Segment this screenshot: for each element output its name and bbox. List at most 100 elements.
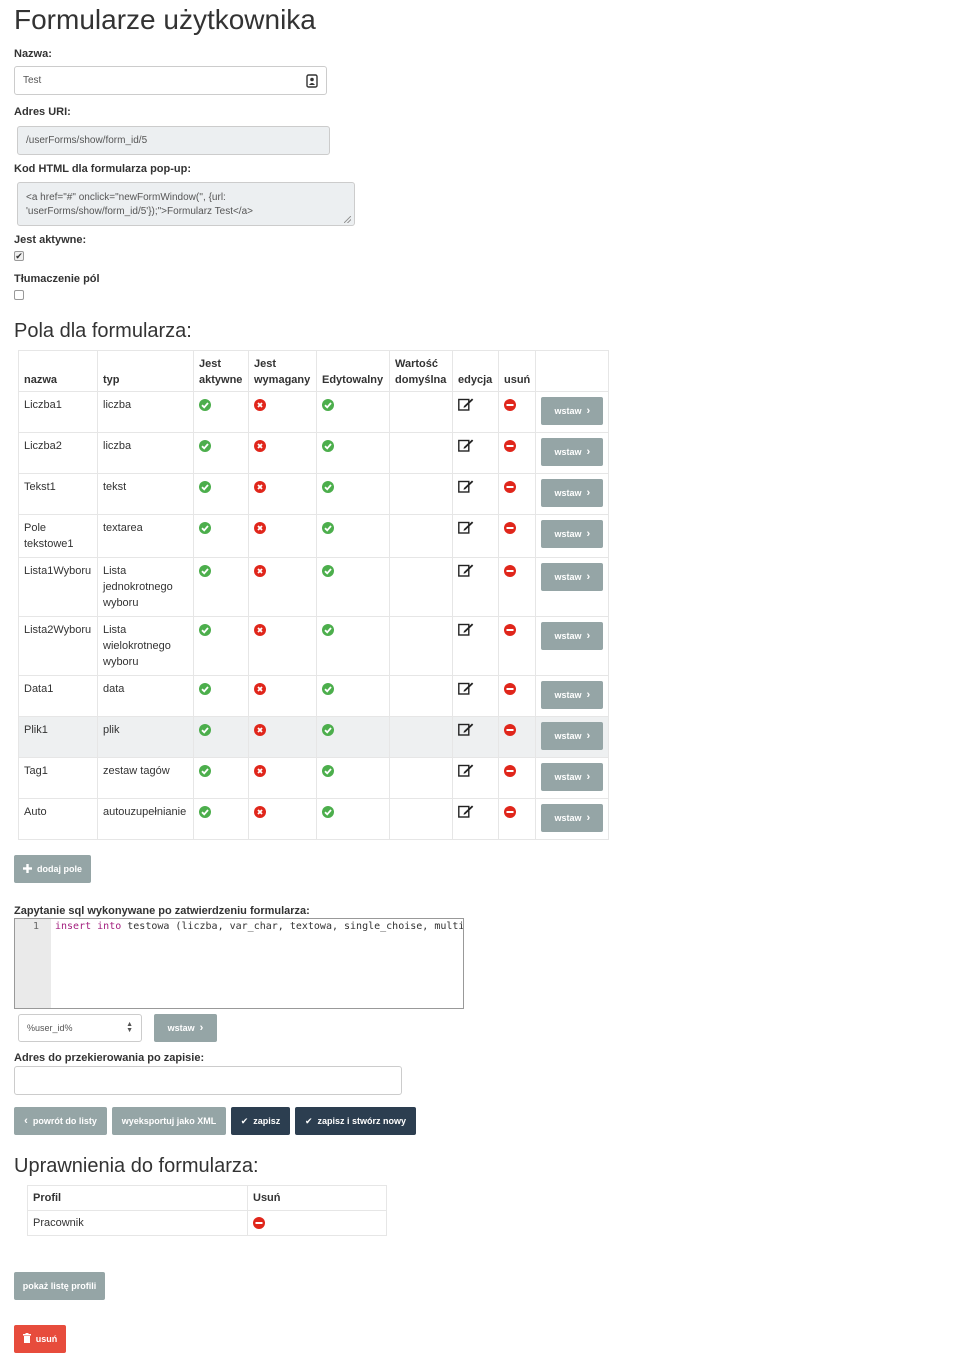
popup-code-textarea[interactable]: <a href="#" onclick="newFormWindow('', {… [17,182,355,226]
edit-cell [452,616,499,676]
active-checkbox[interactable]: ✔ [14,251,24,261]
redirect-input[interactable] [14,1066,402,1095]
edit-icon[interactable] [458,805,474,821]
add-field-button[interactable]: dodaj pole [14,855,91,883]
field-type: Lista wielokrotnego wyboru [97,616,194,676]
show-profiles-button[interactable]: pokaż listę profili [14,1272,105,1300]
required-cell [248,557,317,617]
edit-icon[interactable] [458,682,474,698]
updown-arrows-icon: ▲ ▼ [126,1021,133,1034]
editable-cell [316,798,390,840]
variable-select[interactable]: %user_id% ▲ ▼ [18,1014,142,1042]
insert-field-label: wstaw [554,572,582,582]
back-to-list-button[interactable]: ‹ powrót do listy [14,1107,107,1135]
sql-code-rest: testowa (liczba, var_char, textowa, sing… [121,921,464,932]
field-name: Tekst1 [18,473,98,515]
editable-cell [316,473,390,515]
save-and-new-button[interactable]: ✔ zapisz i stwórz nowy [295,1107,416,1135]
editable-check-icon [322,565,334,577]
editable-cell [316,557,390,617]
col-delete: usuń [497,350,537,392]
active-check-icon [199,724,211,736]
active-cell [193,716,249,758]
sql-editor[interactable]: 1 insert into testowa (liczba, var_char,… [14,918,464,1009]
edit-icon[interactable] [458,398,474,414]
name-input[interactable]: Test [14,66,327,95]
delete-field-icon[interactable] [504,724,516,736]
field-name: Tag1 [18,757,98,799]
check-icon: ✔ [240,1115,249,1126]
table-row: Tekst1 tekst wstaw › [18,473,610,515]
delete-cell [497,557,537,617]
insert-field-button[interactable]: wstaw › [541,763,604,791]
active-check-icon [199,522,211,534]
delete-field-icon[interactable] [504,399,516,411]
active-cell [193,757,249,799]
table-row: Liczba1 liczba wstaw › [18,391,610,433]
uri-input[interactable]: /userForms/show/form_id/5 [17,126,330,155]
insert-field-button[interactable]: wstaw › [541,438,604,466]
trash-icon [22,1333,31,1345]
active-check-icon [199,683,211,695]
delete-field-icon[interactable] [504,565,516,577]
edit-cell [452,557,499,617]
chevron-left-icon: ‹ [24,1115,28,1127]
edit-icon[interactable] [458,764,474,780]
edit-icon[interactable] [458,623,474,639]
resize-grip-icon[interactable] [344,216,351,223]
delete-field-icon[interactable] [504,522,516,534]
show-profiles-label: pokaż listę profili [22,1281,97,1291]
edit-cell [452,432,499,474]
field-type: liczba [97,432,194,474]
col-edit: edycja [452,350,499,392]
insert-field-button[interactable]: wstaw › [541,804,604,832]
required-cell [248,675,317,717]
default-cell [389,557,453,617]
insert-field-button[interactable]: wstaw › [541,563,604,591]
delete-field-icon[interactable] [504,683,516,695]
editable-check-icon [322,683,334,695]
edit-icon[interactable] [458,723,474,739]
edit-icon[interactable] [458,521,474,537]
field-type: zestaw tagów [97,757,194,799]
default-cell [389,616,453,676]
delete-field-icon[interactable] [504,481,516,493]
contact-card-icon[interactable] [306,74,318,91]
delete-form-button[interactable]: usuń [14,1325,66,1353]
insert-field-button[interactable]: wstaw › [541,397,604,425]
delete-field-icon[interactable] [504,765,516,777]
insert-field-label: wstaw [554,731,582,741]
sql-code-line[interactable]: insert into testowa (liczba, var_char, t… [55,921,464,932]
editable-cell [316,757,390,799]
chevron-right-icon: › [586,771,591,783]
edit-icon[interactable] [458,564,474,580]
fields-section-title: Pola dla formularza: [14,320,192,342]
editable-cell [316,616,390,676]
insert-field-button[interactable]: wstaw › [541,520,604,548]
insert-field-button[interactable]: wstaw › [541,722,604,750]
default-cell [389,757,453,799]
edit-icon[interactable] [458,480,474,496]
required-cell [248,757,317,799]
export-xml-label: wyeksportuj jako XML [121,1116,217,1126]
active-cell [193,616,249,676]
save-button[interactable]: ✔ zapisz [231,1107,290,1135]
insert-field-button[interactable]: wstaw › [541,479,604,507]
delete-field-icon[interactable] [504,806,516,818]
table-row: Liczba2 liczba wstaw › [18,432,610,474]
translate-checkbox[interactable] [14,290,24,300]
table-row: Data1 data wstaw › [18,675,610,717]
field-type: liczba [97,391,194,433]
edit-cell [452,757,499,799]
active-label: Jest aktywne: [14,234,87,246]
insert-field-button[interactable]: wstaw › [541,681,604,709]
remove-icon[interactable] [253,1216,265,1229]
export-xml-button[interactable]: wyeksportuj jako XML [112,1107,226,1135]
active-cell [193,557,249,617]
insert-field-button[interactable]: wstaw › [541,622,604,650]
edit-cell [452,675,499,717]
sql-insert-button[interactable]: wstaw › [154,1014,217,1042]
edit-icon[interactable] [458,439,474,455]
delete-field-icon[interactable] [504,624,516,636]
delete-field-icon[interactable] [504,440,516,452]
